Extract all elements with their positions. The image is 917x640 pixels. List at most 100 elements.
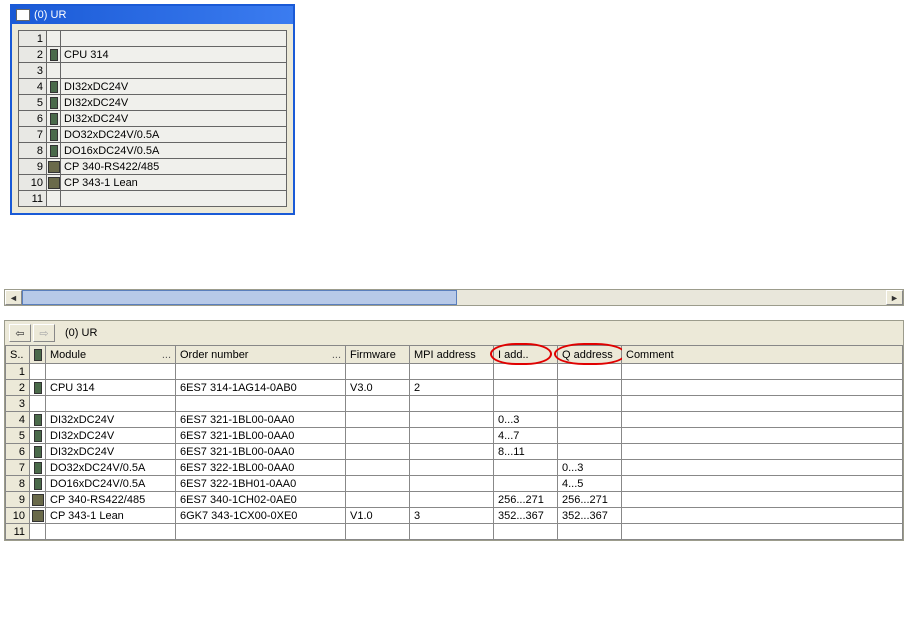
nav-back-button[interactable]: ⇦ [9, 324, 31, 342]
cell-firmware: V1.0 [346, 508, 410, 524]
cell-slot: 1 [6, 364, 30, 380]
cell-firmware [346, 396, 410, 412]
detail-toolbar: ⇦ ⇨ (0) UR [5, 321, 903, 345]
cell-module: DO16xDC24V/0.5A [46, 476, 176, 492]
detail-row[interactable]: 11 [6, 524, 903, 540]
rack-module-name: CPU 314 [61, 47, 287, 63]
rack-module-icon-cell [47, 111, 61, 127]
cell-firmware [346, 412, 410, 428]
cell-firmware [346, 364, 410, 380]
cell-firmware [346, 524, 410, 540]
cell-q-address: 4...5 [558, 476, 622, 492]
rack-row[interactable]: 9 CP 340-RS422/485 [19, 159, 287, 175]
cell-module [46, 364, 176, 380]
cell-icon [30, 476, 46, 492]
col-comment[interactable]: Comment [622, 346, 903, 364]
cell-mpi-address [410, 428, 494, 444]
col-firmware[interactable]: Firmware [346, 346, 410, 364]
rack-row[interactable]: 1 [19, 31, 287, 47]
rack-module-name: CP 343-1 Lean [61, 175, 287, 191]
detail-row[interactable]: 2CPU 3146ES7 314-1AG14-0AB0V3.02 [6, 380, 903, 396]
rack-module-name: CP 340-RS422/485 [61, 159, 287, 175]
scroll-right-button[interactable]: ► [886, 290, 903, 305]
rack-module-icon-cell [47, 63, 61, 79]
cell-icon [30, 396, 46, 412]
rack-row[interactable]: 8DO16xDC24V/0.5A [19, 143, 287, 159]
cell-order-number: 6ES7 321-1BL00-0AA0 [176, 428, 346, 444]
col-q-address[interactable]: Q address [558, 346, 622, 364]
cell-module: DO32xDC24V/0.5A [46, 460, 176, 476]
detail-table[interactable]: S.. Module... Order number... Firmware M… [5, 345, 903, 540]
rack-slot-number: 10 [19, 175, 47, 191]
detail-row[interactable]: 7DO32xDC24V/0.5A6ES7 322-1BL00-0AA00...3 [6, 460, 903, 476]
detail-header-row: S.. Module... Order number... Firmware M… [6, 346, 903, 364]
rack-row[interactable]: 5DI32xDC24V [19, 95, 287, 111]
cell-icon [30, 412, 46, 428]
cell-order-number: 6ES7 314-1AG14-0AB0 [176, 380, 346, 396]
cell-q-address [558, 396, 622, 412]
cell-order-number [176, 364, 346, 380]
rack-module-icon-cell [47, 143, 61, 159]
cell-module: DI32xDC24V [46, 412, 176, 428]
window-titlebar[interactable]: (0) UR [12, 6, 293, 24]
cell-icon [30, 492, 46, 508]
rack-row[interactable]: 3 [19, 63, 287, 79]
rack-slot-number: 7 [19, 127, 47, 143]
cell-q-address [558, 524, 622, 540]
detail-row[interactable]: 8DO16xDC24V/0.5A6ES7 322-1BH01-0AA04...5 [6, 476, 903, 492]
rack-row[interactable]: 10 CP 343-1 Lean [19, 175, 287, 191]
scroll-left-button[interactable]: ◄ [5, 290, 22, 305]
detail-row[interactable]: 5DI32xDC24V6ES7 321-1BL00-0AA04...7 [6, 428, 903, 444]
rack-slot-number: 3 [19, 63, 47, 79]
scroll-track[interactable] [457, 290, 886, 305]
cp-module-icon [48, 161, 60, 173]
col-mpi-address[interactable]: MPI address [410, 346, 494, 364]
cell-order-number: 6ES7 321-1BL00-0AA0 [176, 412, 346, 428]
detail-row[interactable]: 9CP 340-RS422/4856ES7 340-1CH02-0AE0256.… [6, 492, 903, 508]
cell-slot: 11 [6, 524, 30, 540]
detail-row[interactable]: 4DI32xDC24V6ES7 321-1BL00-0AA00...3 [6, 412, 903, 428]
rack-row[interactable]: 6DI32xDC24V [19, 111, 287, 127]
cell-module: DI32xDC24V [46, 444, 176, 460]
cell-mpi-address [410, 444, 494, 460]
col-order-number[interactable]: Order number... [176, 346, 346, 364]
col-module[interactable]: Module... [46, 346, 176, 364]
rack-row[interactable]: 4DI32xDC24V [19, 79, 287, 95]
cell-i-address [494, 476, 558, 492]
rack-table[interactable]: 12CPU 31434DI32xDC24V5DI32xDC24V6DI32xDC… [18, 30, 287, 207]
detail-row[interactable]: 10CP 343-1 Lean6GK7 343-1CX00-0XE0V1.033… [6, 508, 903, 524]
horizontal-scrollbar[interactable]: ◄ ► [4, 289, 904, 306]
cell-q-address [558, 412, 622, 428]
cell-i-address: 4...7 [494, 428, 558, 444]
detail-row[interactable]: 1 [6, 364, 903, 380]
rack-row[interactable]: 2CPU 314 [19, 47, 287, 63]
rack-module-name [61, 63, 287, 79]
module-icon [34, 478, 42, 490]
module-icon [34, 446, 42, 458]
cell-slot: 8 [6, 476, 30, 492]
rack-row[interactable]: 7DO32xDC24V/0.5A [19, 127, 287, 143]
detail-row[interactable]: 3 [6, 396, 903, 412]
cell-firmware [346, 444, 410, 460]
cell-module [46, 524, 176, 540]
rack-window[interactable]: (0) UR 12CPU 31434DI32xDC24V5DI32xDC24V6… [10, 4, 295, 215]
scroll-thumb[interactable] [22, 290, 457, 305]
detail-row[interactable]: 6DI32xDC24V6ES7 321-1BL00-0AA08...11 [6, 444, 903, 460]
col-i-address[interactable]: I add.. [494, 346, 558, 364]
cell-mpi-address: 2 [410, 380, 494, 396]
nav-forward-button[interactable]: ⇨ [33, 324, 55, 342]
cell-q-address: 256...271 [558, 492, 622, 508]
cell-i-address [494, 524, 558, 540]
rack-row[interactable]: 11 [19, 191, 287, 207]
col-icon[interactable] [30, 346, 46, 364]
rack-slot-number: 9 [19, 159, 47, 175]
cell-icon [30, 460, 46, 476]
cp-module-icon [32, 494, 44, 506]
rack-module-icon-cell [47, 95, 61, 111]
rack-module-icon-cell [47, 159, 61, 175]
cell-module: CP 340-RS422/485 [46, 492, 176, 508]
cell-slot: 2 [6, 380, 30, 396]
cell-icon [30, 364, 46, 380]
rack-slot-number: 1 [19, 31, 47, 47]
col-slot[interactable]: S.. [6, 346, 30, 364]
